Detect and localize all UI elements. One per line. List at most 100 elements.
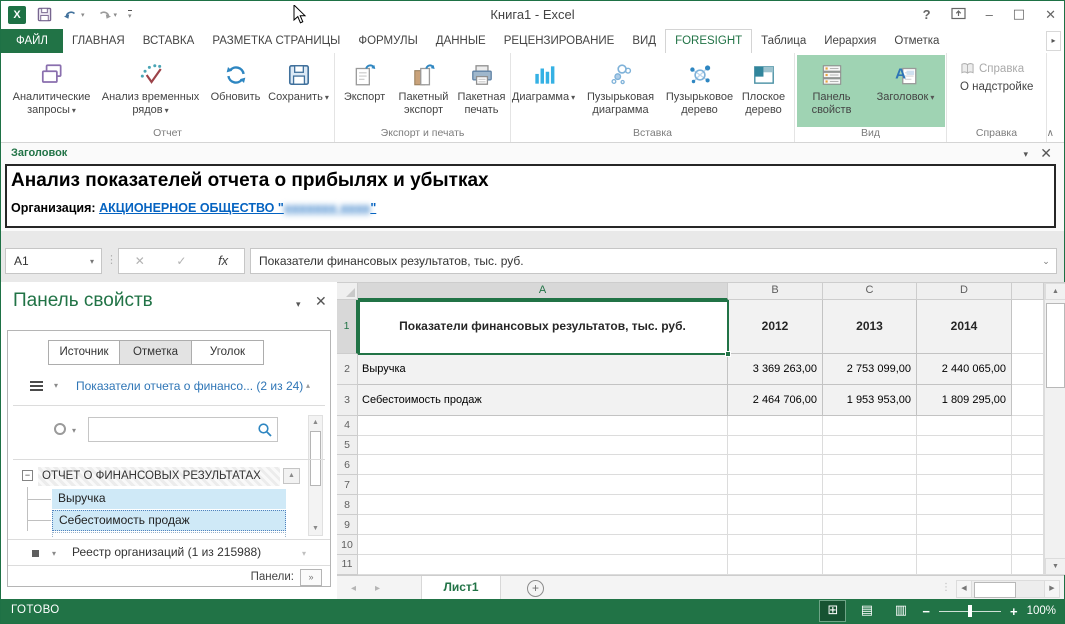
- sheet-tab-list1[interactable]: Лист1: [421, 576, 501, 601]
- collapse-expander-icon[interactable]: −: [22, 470, 33, 481]
- row-number[interactable]: 7: [337, 475, 358, 495]
- properties-panel-dropdown-icon[interactable]: ▾: [296, 299, 301, 310]
- cell-a2[interactable]: Выручка: [358, 354, 728, 385]
- scrollbar-thumb[interactable]: [1046, 303, 1065, 388]
- search-icon[interactable]: [257, 422, 273, 438]
- row-number[interactable]: 4: [337, 416, 358, 436]
- dropdown-arrow-icon[interactable]: ▾: [72, 426, 76, 435]
- cell-empty[interactable]: [358, 535, 728, 555]
- refresh-button[interactable]: Обновить: [204, 55, 268, 127]
- cell-empty[interactable]: [728, 475, 823, 495]
- tree-root-label[interactable]: ОТЧЕТ О ФИНАНСОВЫХ РЕЗУЛЬТАТАХ: [38, 467, 280, 486]
- cell-b2[interactable]: 3 369 263,00: [728, 354, 823, 385]
- scroll-up-icon[interactable]: ▲: [309, 416, 322, 429]
- name-box[interactable]: A1 ▾: [5, 248, 102, 274]
- cell-empty[interactable]: [823, 475, 917, 495]
- cancel-entry-icon[interactable]: ✕: [135, 254, 145, 268]
- cell-d1[interactable]: 2014: [917, 300, 1012, 354]
- cell-empty[interactable]: [917, 455, 1012, 475]
- horizontal-scrollbar[interactable]: ◀ ▶: [956, 580, 1060, 598]
- cell-empty[interactable]: [1012, 555, 1044, 575]
- scrollbar-track[interactable]: [972, 580, 1044, 598]
- tab-data[interactable]: ДАННЫЕ: [427, 29, 495, 53]
- scroll-up-icon[interactable]: ▲: [1045, 283, 1065, 300]
- collapse-ribbon-button[interactable]: ∧: [1047, 128, 1054, 139]
- tab-file[interactable]: ФАЙЛ: [1, 29, 63, 53]
- tree-item-partial[interactable]: [52, 532, 286, 537]
- cell-empty[interactable]: [1012, 475, 1044, 495]
- cell-empty[interactable]: [358, 436, 728, 456]
- scroll-down-icon[interactable]: ▼: [309, 522, 322, 535]
- title-toggle-button[interactable]: A Заголовок▾: [867, 55, 945, 127]
- cell-c1[interactable]: 2013: [823, 300, 917, 354]
- cell-empty[interactable]: [917, 416, 1012, 436]
- cell-empty[interactable]: [917, 535, 1012, 555]
- name-box-dropdown-icon[interactable]: ▾: [83, 257, 101, 266]
- vertical-scrollbar[interactable]: ▲ ▼: [1044, 283, 1065, 575]
- properties-panel-button[interactable]: Панель свойств: [797, 55, 867, 127]
- tab-corner[interactable]: Уголок: [192, 340, 264, 365]
- row-number[interactable]: 11: [337, 555, 358, 575]
- fill-handle[interactable]: [725, 351, 731, 357]
- bubble-tree-button[interactable]: Пузырьковое дерево: [666, 55, 734, 127]
- cell-d3[interactable]: 1 809 295,00: [917, 385, 1012, 416]
- cell-empty[interactable]: [823, 535, 917, 555]
- cell-b3[interactable]: 2 464 706,00: [728, 385, 823, 416]
- column-header-c[interactable]: C: [823, 283, 917, 300]
- zoom-slider[interactable]: [939, 605, 1001, 617]
- cell-empty[interactable]: [358, 555, 728, 575]
- scroll-right-icon[interactable]: ▶: [1044, 580, 1060, 598]
- previous-sheet-icon[interactable]: ◂: [351, 583, 356, 594]
- formula-bar-grip[interactable]: ⋮: [106, 253, 118, 266]
- scrollbar-thumb[interactable]: [974, 582, 1016, 598]
- cell-empty[interactable]: [728, 555, 823, 575]
- header-pane-dropdown-icon[interactable]: ▾: [1023, 149, 1028, 160]
- tab-review[interactable]: РЕЦЕНЗИРОВАНИЕ: [495, 29, 624, 53]
- cell-empty[interactable]: [728, 535, 823, 555]
- expand-section-icon[interactable]: ▾: [302, 549, 306, 558]
- scroll-left-icon[interactable]: ◀: [956, 580, 972, 598]
- bubble-chart-button[interactable]: Пузырьковая диаграмма: [576, 55, 666, 127]
- dropdown-arrow-icon[interactable]: ▾: [54, 381, 58, 390]
- dropdown-arrow-icon[interactable]: ▾: [52, 549, 56, 558]
- cell-empty[interactable]: [1012, 535, 1044, 555]
- cell-empty[interactable]: [823, 495, 917, 515]
- row-number[interactable]: 10: [337, 535, 358, 555]
- splitter-grip[interactable]: ⋮: [941, 582, 951, 593]
- tab-insert[interactable]: ВСТАВКА: [134, 29, 204, 53]
- cell-d2[interactable]: 2 440 065,00: [917, 354, 1012, 385]
- cell-empty[interactable]: [823, 515, 917, 535]
- cell-empty[interactable]: [823, 436, 917, 456]
- cell-empty[interactable]: [728, 436, 823, 456]
- time-series-analysis-button[interactable]: Анализ временных рядов▾: [98, 55, 204, 127]
- cell-empty[interactable]: [823, 416, 917, 436]
- normal-view-icon[interactable]: ⊞: [820, 601, 845, 621]
- confirm-entry-icon[interactable]: ✓: [176, 254, 186, 268]
- tab-page-layout[interactable]: РАЗМЕТКА СТРАНИЦЫ: [203, 29, 349, 53]
- tab-formulas[interactable]: ФОРМУЛЫ: [349, 29, 426, 53]
- row-number[interactable]: 6: [337, 455, 358, 475]
- row-number[interactable]: 5: [337, 436, 358, 456]
- scroll-down-icon[interactable]: ▼: [1045, 558, 1065, 575]
- minimize-button[interactable]: –: [986, 7, 993, 22]
- cell-empty[interactable]: [728, 515, 823, 535]
- cell-empty[interactable]: [917, 515, 1012, 535]
- tab-mark[interactable]: Отметка: [885, 29, 948, 53]
- cell-c2[interactable]: 2 753 099,00: [823, 354, 917, 385]
- zoom-level[interactable]: 100%: [1027, 605, 1056, 617]
- next-sheet-icon[interactable]: ▸: [375, 583, 380, 594]
- cell-empty[interactable]: [1012, 495, 1044, 515]
- analytic-queries-button[interactable]: Аналитические запросы▾: [6, 55, 98, 127]
- tab-table[interactable]: Таблица: [752, 29, 815, 53]
- search-input[interactable]: [93, 420, 253, 439]
- show-panels-button[interactable]: »: [300, 569, 322, 586]
- cell-empty[interactable]: [358, 515, 728, 535]
- tab-hierarchy[interactable]: Иерархия: [815, 29, 885, 53]
- zoom-in-icon[interactable]: +: [1010, 604, 1018, 619]
- column-header-b[interactable]: B: [728, 283, 823, 300]
- properties-panel-close-icon[interactable]: ✕: [315, 293, 327, 310]
- cell-empty[interactable]: [917, 436, 1012, 456]
- cell-empty[interactable]: [358, 495, 728, 515]
- tab-foresight[interactable]: FORESIGHT: [665, 29, 752, 53]
- menu-icon[interactable]: [30, 381, 43, 392]
